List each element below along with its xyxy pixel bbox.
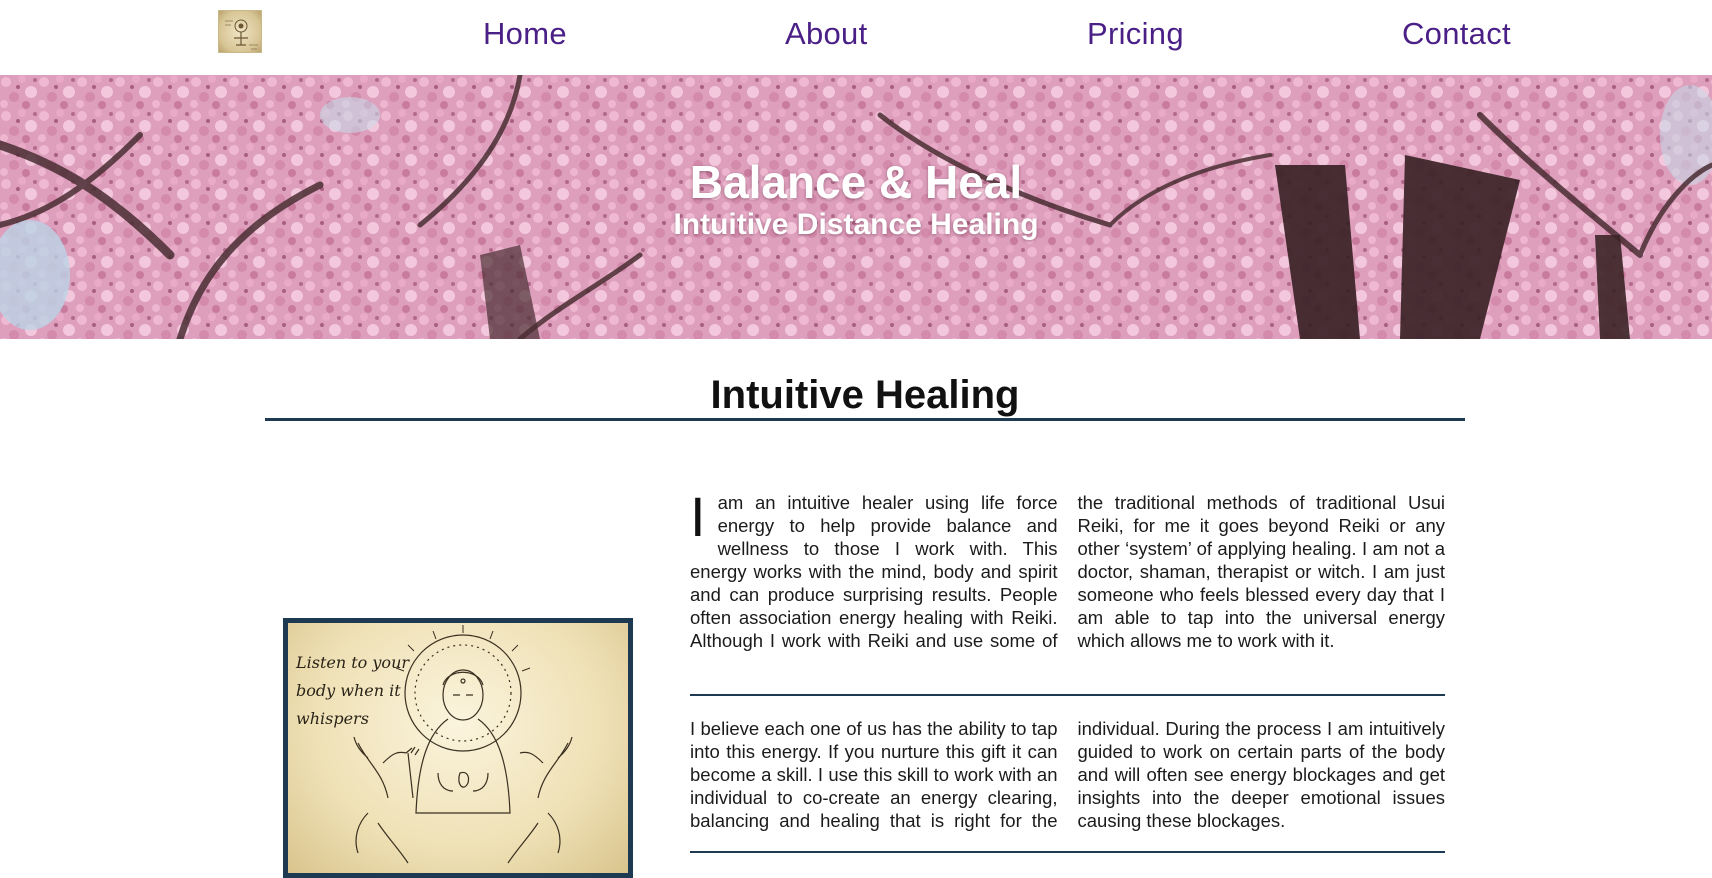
intro-paragraph-text: am an intuitive healer using life force … [690, 492, 1445, 651]
hero-subtitle: Intuitive Distance Healing [673, 208, 1039, 241]
listen-to-body-illustration: Listen to your body when it whispers [283, 618, 633, 878]
section-title: Intuitive Healing [710, 373, 1020, 417]
nav-home-link[interactable]: Home [483, 16, 567, 52]
top-nav: Home About Pricing Contact [0, 0, 1712, 75]
intro-paragraph: Iam an intuitive healer using life force… [690, 485, 1445, 676]
drop-cap: I [690, 485, 706, 548]
nav-pricing-link[interactable]: Pricing [1087, 16, 1184, 52]
nav-contact-link[interactable]: Contact [1402, 16, 1511, 52]
belief-paragraph: I believe each one of us has the ability… [690, 718, 1445, 831]
section-divider [265, 418, 1465, 421]
paragraph-divider [690, 694, 1445, 696]
paragraph-divider [690, 851, 1445, 853]
nav-about-link[interactable]: About [785, 16, 868, 52]
meditating-figure-icon [353, 625, 573, 864]
hero-banner: Balance & Heal Intuitive Distance Healin… [0, 75, 1712, 339]
hero-title: Balance & Heal [689, 156, 1023, 208]
logo-icon[interactable] [218, 10, 262, 53]
